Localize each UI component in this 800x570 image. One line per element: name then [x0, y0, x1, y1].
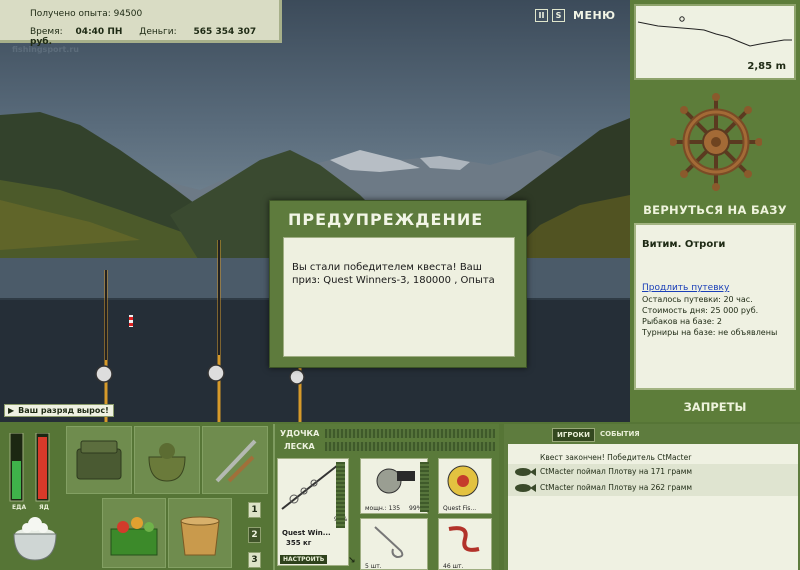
bait-card[interactable]: 46 шт. [438, 518, 492, 570]
food-label: ЕДА [12, 504, 27, 511]
player-info-panel: Получено опыта: 94500 Время: 04:40 ПН Де… [0, 0, 282, 47]
money-label: Деньги: [139, 27, 177, 37]
rod-name: Quest Win... [282, 529, 331, 537]
fishers-count: Рыбаков на базе: 2 [642, 317, 722, 326]
rod-weight: 355 кг [286, 539, 312, 547]
slot-knife[interactable] [202, 426, 268, 494]
rod-condition-bar [336, 462, 345, 528]
setup-button[interactable]: НАСТРОИТЬ [280, 555, 328, 564]
trip-remaining: Осталось путевки: 20 час. [642, 295, 753, 304]
dialog-body: Вы стали победителем квеста! Ваш приз: Q… [283, 237, 515, 357]
cauldron-icon[interactable] [8, 514, 62, 566]
expand-arrow-icon[interactable]: ↘ [348, 556, 360, 566]
chat-message: CtMacter поймал Плотву на 171 грамм [508, 464, 798, 480]
line-label: ЛЕСКА [284, 442, 315, 451]
notification-text: Ваш разряд вырос! [18, 406, 109, 415]
float-bobber [129, 315, 133, 327]
tackle-box-icon [76, 440, 122, 480]
location-name: Витим. Отроги [642, 239, 726, 250]
experience-value: 94500 [113, 9, 143, 19]
dialog-title: ПРЕДУПРЕЖДЕНИЕ [288, 210, 484, 229]
hooks-count: 5 шт. [365, 563, 382, 570]
restrictions-button[interactable]: ЗАПРЕТЫ [630, 400, 800, 414]
poison-bar [38, 437, 47, 499]
tab-players[interactable]: ИГРОКИ [552, 428, 595, 442]
dialog-message: Вы стали победителем квеста! Ваш приз: Q… [292, 262, 495, 286]
line-name: Quest Fis... [443, 505, 477, 512]
warning-dialog: ПРЕДУПРЕЖДЕНИЕ Вы стали победителем квес… [269, 200, 527, 368]
chat-panel: ИГРОКИ СОБЫТИЯ Квест закончен! Победител… [504, 424, 800, 570]
arrow-right-icon: ▶ [8, 406, 15, 415]
return-to-base-button[interactable]: ВЕРНУТЬСЯ НА БАЗУ [630, 203, 800, 217]
pause-button[interactable]: II [535, 8, 548, 22]
reel-power: мощн.: 135 [365, 505, 401, 512]
site-watermark: fishingsport.ru [12, 45, 79, 54]
time-value: 04:40 ПН [75, 27, 123, 37]
top-toolbar: II S МЕНЮ [535, 6, 616, 24]
chat-message-text: CtMacter поймал Плотву на 262 грамм [540, 483, 693, 492]
slot-bucket[interactable] [168, 498, 232, 568]
knife-icon [215, 439, 257, 483]
bucket-icon [180, 516, 220, 556]
reel-condition-bar [420, 462, 429, 512]
sound-button[interactable]: S [552, 8, 565, 22]
reel-card[interactable]: мощн.: 135 99% [360, 458, 428, 514]
line-card[interactable]: Quest Fis... [438, 458, 492, 514]
slot-tackle-box[interactable] [66, 426, 132, 494]
reel-icon [376, 468, 415, 494]
rod-label: УДОЧКА [280, 429, 320, 438]
depth-value: 2,85 m [747, 61, 786, 72]
tournaments-status: Турниры на базе: не объявлены [642, 328, 778, 337]
hook-card[interactable]: 5 шт. [360, 518, 428, 570]
experience-readout: Получено опыта: 94500 [30, 9, 142, 19]
rod-slot-1[interactable]: 1 [248, 502, 261, 518]
chat-message-text: CtMacter поймал Плотву на 171 грамм [540, 467, 693, 476]
menu-button[interactable]: МЕНЮ [573, 9, 616, 22]
player-position-marker [679, 16, 685, 22]
fish-icon [515, 468, 536, 476]
rod-slot-2[interactable]: 2 [248, 527, 261, 543]
base-info-panel: Витим. Отроги Продлить путевку Осталось … [634, 223, 796, 390]
fish-icon [515, 484, 536, 492]
rod-slot-3[interactable]: 3 [248, 552, 261, 568]
hook-icon [374, 526, 404, 559]
extend-trip-link[interactable]: Продлить путевку [642, 283, 729, 293]
slot-bag[interactable] [134, 426, 200, 494]
line-strength-bar [325, 442, 495, 451]
rod-strength-bar [325, 429, 495, 438]
ship-wheel-icon[interactable] [670, 92, 762, 192]
experience-label: Получено опыта: [30, 9, 111, 19]
chat-log: Квест закончен! Победитель CtMacter CtMa… [508, 444, 798, 570]
depth-map: 2,85 m [634, 4, 796, 80]
rank-up-notification[interactable]: ▶ Ваш разряд вырос! [4, 404, 114, 417]
slot-groundbait[interactable] [102, 498, 166, 568]
food-bar [12, 461, 21, 499]
right-sidebar: 2,85 m ВЕРНУТЬСЯ НА БАЗУ Витим. Отроги П… [630, 0, 800, 422]
status-bars [9, 433, 50, 502]
bag-icon [148, 443, 186, 482]
time-label: Время: [30, 27, 63, 37]
poison-label: ЯД [39, 504, 49, 511]
worm-icon [448, 526, 480, 552]
basket-icon [110, 517, 158, 556]
time-money-readout: Время: 04:40 ПН Деньги: 565 354 307 руб. [30, 27, 279, 47]
fishing-line-spool-icon [447, 465, 479, 497]
bait-count: 46 шт. [443, 563, 464, 570]
tab-events[interactable]: СОБЫТИЯ [600, 430, 640, 438]
chat-message: CtMacter поймал Плотву на 262 грамм [508, 480, 798, 496]
day-cost: Стоимость дня: 25 000 руб. [642, 306, 759, 315]
